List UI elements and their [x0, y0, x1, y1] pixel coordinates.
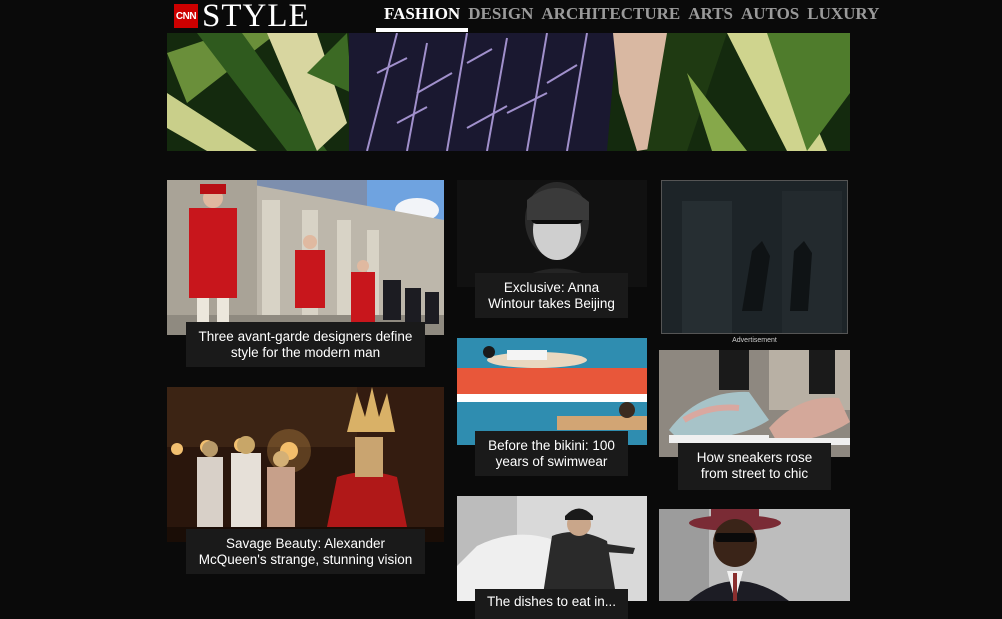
story-caption-menswear[interactable]: The dishes to eat in... [475, 589, 628, 619]
story-card-avant-garde[interactable] [167, 180, 444, 335]
story-card-street-style[interactable] [659, 509, 850, 601]
story-image-anna-wintour [457, 180, 647, 287]
nav-item-architecture[interactable]: ARCHITECTURE [537, 3, 684, 31]
hero-artwork [167, 33, 850, 151]
cnn-logo-badge: CNN [174, 4, 198, 28]
nav-item-autos[interactable]: AUTOS [737, 3, 803, 31]
advertisement-label: Advertisement [732, 337, 777, 344]
story-caption-mcqueen[interactable]: Savage Beauty: Alexander McQueen's stran… [186, 529, 425, 574]
style-wordmark: STYLE [202, 0, 310, 34]
section-nav: FASHION DESIGN ARCHITECTURE ARTS AUTOS L… [375, 3, 883, 32]
ad-image [662, 181, 847, 333]
story-card-menswear[interactable] [457, 496, 647, 601]
story-caption-swimwear[interactable]: Before the bikini: 100 years of swimwear [475, 431, 628, 476]
story-image-sneakers [659, 350, 850, 457]
story-caption-anna-wintour[interactable]: Exclusive: Anna Wintour takes Beijing [475, 273, 628, 318]
story-image-mcqueen [167, 387, 444, 542]
nav-item-fashion[interactable]: FASHION [375, 3, 469, 32]
story-image-menswear [457, 496, 647, 601]
hero-banner-image[interactable] [167, 33, 850, 151]
advertisement-video[interactable] [661, 180, 848, 334]
story-image-swimwear [457, 338, 647, 445]
nav-item-arts[interactable]: ARTS [684, 3, 737, 31]
cnn-style-logo[interactable]: CNN STYLE [174, 0, 310, 34]
story-image-avant-garde [167, 180, 444, 335]
nav-item-luxury[interactable]: LUXURY [803, 3, 883, 31]
story-card-swimwear[interactable] [457, 338, 647, 445]
story-card-mcqueen[interactable] [167, 387, 444, 542]
story-caption-sneakers[interactable]: How sneakers rose from street to chic [678, 443, 831, 490]
story-caption-avant-garde[interactable]: Three avant-garde designers define style… [186, 322, 425, 367]
story-image-street-style [659, 509, 850, 601]
nav-item-design[interactable]: DESIGN [464, 3, 537, 31]
story-card-anna-wintour[interactable] [457, 180, 647, 287]
story-card-sneakers[interactable] [659, 350, 850, 457]
